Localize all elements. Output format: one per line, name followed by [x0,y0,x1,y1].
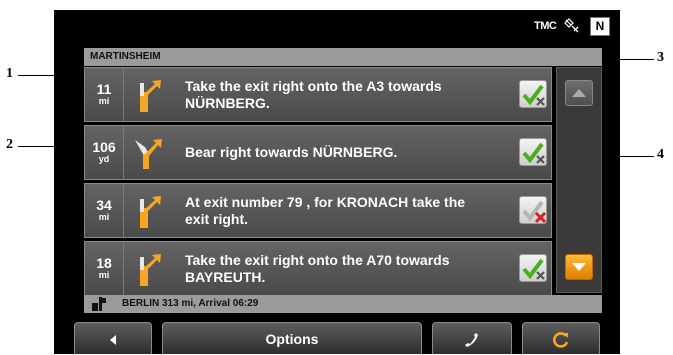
annotation-3: 3 [657,50,664,65]
route-row[interactable]: 34 mi At exit number 79 , for KRONACH ta… [84,183,552,238]
recalculate-button[interactable] [522,322,600,354]
bear-right-arrow-icon [135,139,162,169]
instruction-text: Take the exit right onto the A3 towards … [185,77,442,111]
instruction-text: Bear right towards NÜRNBERG. [185,144,398,160]
check-enabled-icon [522,142,545,164]
route-segment-toggle[interactable] [519,80,547,108]
route-segment-toggle[interactable] [519,138,547,166]
triangle-down-icon [572,263,586,271]
tmc-indicator: TMC [534,20,557,32]
bottom-toolbar: Options [54,322,620,354]
phone-icon [465,333,478,348]
distance-unit: mi [98,96,110,106]
satellite-icon [564,18,579,33]
distance-value: 18 [96,255,112,271]
current-street-label: MARTINSHEIM [84,48,602,66]
exit-right-arrow-icon [140,196,161,228]
triangle-up-icon [572,89,586,97]
check-blocked-icon [522,200,547,224]
options-button[interactable]: Options [162,322,422,354]
recalculate-icon [553,332,569,349]
scroll-up-button[interactable] [565,80,593,106]
distance-unit: yd [98,154,110,164]
route-segment-toggle[interactable] [519,196,547,224]
route-segment-toggle[interactable] [519,254,547,282]
instruction-text: At exit number 79 , for KRONACH take the… [185,193,466,227]
destination-flag-icon [92,297,106,311]
annotation-2: 2 [6,137,13,152]
status-bar: TMC N [54,10,620,44]
annotation-1: 1 [6,66,13,81]
route-list: 11 mi Take the exit right onto the A3 to… [84,67,552,299]
destination-bar: BERLIN 313 mi, Arrival 06:29 [84,295,602,313]
distance-unit: mi [98,212,110,222]
distance-value: 106 [92,139,116,155]
distance-cell: 106 yd [85,126,124,179]
exit-right-arrow-icon [140,254,161,286]
annotation-4: 4 [657,147,664,162]
check-enabled-icon [522,258,545,280]
scrollbar [556,67,602,293]
distance-cell: 18 mi [85,242,124,295]
destination-info: BERLIN 313 mi, Arrival 06:29 [122,298,259,309]
distance-unit: mi [98,270,110,280]
route-row[interactable]: 18 mi Take the exit right onto the A70 t… [84,241,552,296]
back-button[interactable] [74,322,152,354]
instruction-text: Take the exit right onto the A70 towards… [185,251,450,285]
distance-cell: 11 mi [85,68,124,121]
route-row[interactable]: 11 mi Take the exit right onto the A3 to… [84,67,552,122]
navigation-screen: TMC N MARTINSHEIM 11 mi Take the exit ri… [54,10,620,354]
distance-value: 34 [96,197,112,213]
back-arrow-icon [110,335,116,346]
check-enabled-icon [522,84,545,106]
phone-button[interactable] [432,322,512,354]
compass-button[interactable]: N [590,17,610,36]
exit-right-arrow-icon [140,80,161,112]
distance-cell: 34 mi [85,184,124,237]
scroll-down-button[interactable] [565,254,593,280]
route-row[interactable]: 106 yd Bear right towards NÜRNBERG. [84,125,552,180]
distance-value: 11 [96,81,112,97]
